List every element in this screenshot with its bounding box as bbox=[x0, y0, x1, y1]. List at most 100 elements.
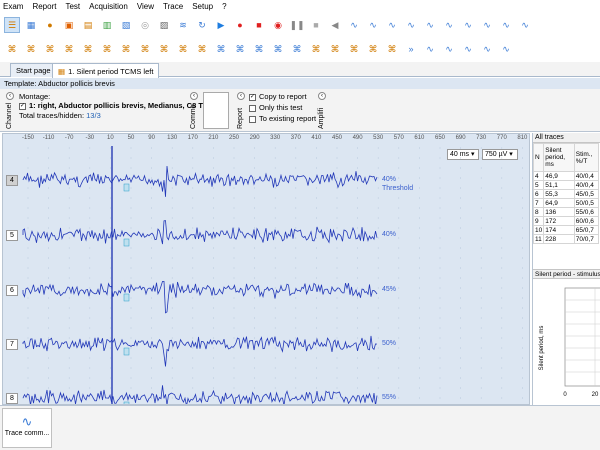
emg-trace[interactable] bbox=[22, 165, 378, 197]
emg-trace[interactable] bbox=[22, 385, 378, 404]
marker-icon-18[interactable]: ⌘ bbox=[327, 41, 343, 57]
marker-icon-22[interactable]: » bbox=[403, 41, 419, 57]
marker-icon-8[interactable]: ⌘ bbox=[137, 41, 153, 57]
report-icon[interactable]: ▤ bbox=[80, 17, 96, 33]
comment-box[interactable] bbox=[203, 92, 229, 129]
marker-icon-2[interactable]: ⌘ bbox=[23, 41, 39, 57]
wave-icon-2[interactable]: ∿ bbox=[365, 17, 381, 33]
table-row[interactable]: 8 136 55/0,6 bbox=[532, 207, 600, 217]
collapse-report-button[interactable]: ‹ bbox=[237, 92, 245, 100]
menu-item-setup[interactable]: Setup bbox=[192, 2, 213, 11]
record-icon[interactable]: ● bbox=[232, 17, 248, 33]
marker-icon-10[interactable]: ⌘ bbox=[175, 41, 191, 57]
col-sp-header[interactable]: Silent period, ms bbox=[543, 143, 575, 172]
col-stim-header[interactable]: Stim., %/T bbox=[573, 143, 600, 172]
marker-icon-15[interactable]: ⌘ bbox=[270, 41, 286, 57]
marker-icon-16[interactable]: ⌘ bbox=[289, 41, 305, 57]
menu-item-report[interactable]: Report bbox=[32, 2, 56, 11]
edit-icon[interactable]: ▣ bbox=[61, 17, 77, 33]
pause-icon[interactable]: ❚❚ bbox=[289, 17, 305, 33]
menu-item-test[interactable]: Test bbox=[65, 2, 80, 11]
table-row[interactable]: 10 174 65/0,7 bbox=[532, 225, 600, 235]
marker-icon-6[interactable]: ⌘ bbox=[99, 41, 115, 57]
marker-icon-25[interactable]: ∿ bbox=[460, 41, 476, 57]
traces-plot[interactable]: -150 -110 -70 -30 10 50 90 130 170 210 250 290 330 37… bbox=[2, 133, 530, 405]
wave-icon-3[interactable]: ∿ bbox=[384, 17, 400, 33]
table-row[interactable]: 7 64,9 50/0,5 bbox=[532, 198, 600, 208]
copy-to-report-row[interactable]: ✓ Copy to report bbox=[249, 91, 316, 102]
wave-icon-4[interactable]: ∿ bbox=[403, 17, 419, 33]
menu-item-trace[interactable]: Trace bbox=[163, 2, 183, 11]
marker-icon-20[interactable]: ⌘ bbox=[365, 41, 381, 57]
wave-icon-6[interactable]: ∿ bbox=[441, 17, 457, 33]
emg-trace[interactable] bbox=[22, 281, 378, 314]
collapse-amplifier-button[interactable]: ‹ bbox=[318, 92, 326, 100]
table-row[interactable]: 9 172 60/0,6 bbox=[532, 216, 600, 226]
marker-icon-4[interactable]: ⌘ bbox=[61, 41, 77, 57]
tab-start-page[interactable]: Start page bbox=[10, 63, 57, 77]
marker-icon-9[interactable]: ⌘ bbox=[156, 41, 172, 57]
marker-icon-19[interactable]: ⌘ bbox=[346, 41, 362, 57]
cycle-icon[interactable]: ↻ bbox=[194, 17, 210, 33]
menu-item-exam[interactable]: Exam bbox=[3, 2, 23, 11]
marker-icon-11[interactable]: ⌘ bbox=[194, 41, 210, 57]
wave-icon-8[interactable]: ∿ bbox=[479, 17, 495, 33]
emg-trace[interactable] bbox=[22, 220, 378, 245]
marker-flag[interactable] bbox=[123, 238, 130, 247]
marker-icon-1[interactable]: ⌘ bbox=[4, 41, 20, 57]
existing-report-checkbox[interactable] bbox=[249, 115, 256, 123]
marker-icon-7[interactable]: ⌘ bbox=[118, 41, 134, 57]
trace-number[interactable]: 5 bbox=[6, 230, 18, 241]
trace-number[interactable]: 4 bbox=[6, 175, 18, 186]
marker-icon-21[interactable]: ⌘ bbox=[384, 41, 400, 57]
marker-icon-12[interactable]: ⌘ bbox=[213, 41, 229, 57]
marker-flag[interactable] bbox=[123, 401, 130, 404]
only-this-test-checkbox[interactable] bbox=[249, 104, 256, 112]
marker-flag[interactable] bbox=[123, 347, 130, 356]
stop-icon[interactable]: ■ bbox=[251, 17, 267, 33]
marker-flag[interactable] bbox=[123, 183, 130, 192]
marker-icon-14[interactable]: ⌘ bbox=[251, 41, 267, 57]
wave-icon-1[interactable]: ∿ bbox=[346, 17, 362, 33]
collapse-channel-button[interactable]: ‹ bbox=[6, 92, 14, 100]
marker-icon-24[interactable]: ∿ bbox=[441, 41, 457, 57]
settings-icon[interactable]: ▨ bbox=[156, 17, 172, 33]
menu-item-acquisition[interactable]: Acquisition bbox=[89, 2, 128, 11]
marker-flag[interactable] bbox=[123, 293, 130, 302]
col-n-header[interactable]: N bbox=[532, 143, 545, 172]
trace-comment-button[interactable]: ∿ Trace comm... bbox=[2, 408, 52, 448]
stimulator-icon[interactable]: ≋ bbox=[175, 17, 191, 33]
rec-button-icon[interactable]: ◉ bbox=[270, 17, 286, 33]
user-icon[interactable]: ● bbox=[42, 17, 58, 33]
play-icon[interactable]: ▶ bbox=[213, 17, 229, 33]
collapse-comment-button[interactable]: ‹ bbox=[190, 92, 198, 100]
wave-icon-5[interactable]: ∿ bbox=[422, 17, 438, 33]
menu-item-view[interactable]: View bbox=[137, 2, 154, 11]
table-row[interactable]: 4 46,9 40/0,4 bbox=[532, 171, 600, 181]
trace-number[interactable]: 7 bbox=[6, 339, 18, 350]
menu-item-[interactable]: ? bbox=[222, 2, 226, 11]
users-icon[interactable]: ◎ bbox=[137, 17, 153, 33]
tab-silent-period[interactable]: ▦ 1. Silent period TCMS left bbox=[52, 63, 160, 78]
marker-icon-23[interactable]: ∿ bbox=[422, 41, 438, 57]
montage-checkbox[interactable]: ✓ bbox=[19, 102, 26, 110]
table-row[interactable]: 6 55,3 45/0,5 bbox=[532, 189, 600, 199]
table-row[interactable]: 11 228 70/0,7 bbox=[532, 234, 600, 244]
export-icon[interactable]: ▧ bbox=[118, 17, 134, 33]
marker-icon-3[interactable]: ⌘ bbox=[42, 41, 58, 57]
marker-icon-5[interactable]: ⌘ bbox=[80, 41, 96, 57]
marker-icon-17[interactable]: ⌘ bbox=[308, 41, 324, 57]
trace-number[interactable]: 6 bbox=[6, 285, 18, 296]
copy-to-report-checkbox[interactable]: ✓ bbox=[249, 93, 256, 101]
trace-number[interactable]: 8 bbox=[6, 393, 18, 404]
existing-report-row[interactable]: To existing report bbox=[249, 113, 316, 124]
only-this-test-row[interactable]: Only this test bbox=[249, 102, 316, 113]
speaker-icon[interactable]: ◀ bbox=[327, 17, 343, 33]
marker-icon-26[interactable]: ∿ bbox=[479, 41, 495, 57]
table-row[interactable]: 5 51,1 40/0,4 bbox=[532, 180, 600, 190]
tree-icon[interactable]: ☰ bbox=[4, 17, 20, 33]
wave-icon-7[interactable]: ∿ bbox=[460, 17, 476, 33]
emg-trace[interactable] bbox=[22, 335, 378, 367]
wave-icon-10[interactable]: ∿ bbox=[517, 17, 533, 33]
wave-icon-9[interactable]: ∿ bbox=[498, 17, 514, 33]
